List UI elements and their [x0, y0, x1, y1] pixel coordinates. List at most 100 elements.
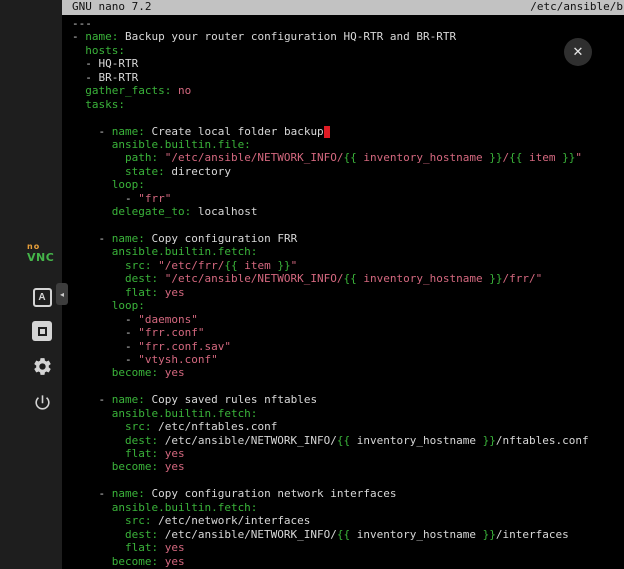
- toolbar-handle[interactable]: ◂: [56, 283, 68, 305]
- code-segment: "/etc/ansible/NETWORK_INFO/: [165, 151, 344, 164]
- editor-line: ansible.builtin.fetch:: [72, 407, 624, 420]
- editor-line: flat: yes: [72, 541, 624, 554]
- editor-line: state: directory: [72, 165, 624, 178]
- code-segment: loop:: [72, 299, 145, 312]
- code-segment: yes: [165, 286, 185, 299]
- editor-line: ansible.builtin.file:: [72, 138, 624, 151]
- code-segment: "/etc/ansible/NETWORK_INFO/: [165, 272, 344, 285]
- terminal-window[interactable]: GNU nano 7.2 /etc/ansible/b ---- name: B…: [62, 0, 624, 569]
- settings-button[interactable]: [29, 353, 55, 379]
- vnc-logo: no VNC: [27, 243, 54, 263]
- nano-filepath: /etc/ansible/b: [530, 0, 623, 15]
- code-segment: -: [72, 30, 85, 43]
- code-segment: ": [291, 259, 298, 272]
- code-segment: "frr": [138, 192, 171, 205]
- code-segment: -: [72, 326, 138, 339]
- power-button[interactable]: [29, 389, 55, 415]
- editor-line: - BR-RTR: [72, 71, 624, 84]
- code-segment: become:: [72, 366, 158, 379]
- collapse-arrow-icon: ◂: [60, 290, 64, 299]
- editor-line: - "daemons": [72, 313, 624, 326]
- code-segment: delegate_to:: [72, 205, 191, 218]
- code-segment: -: [72, 125, 112, 138]
- editor-line: ansible.builtin.fetch:: [72, 245, 624, 258]
- code-segment: become:: [72, 460, 158, 473]
- code-segment: {{: [344, 151, 357, 164]
- editor-line: [72, 474, 624, 487]
- editor-line: ansible.builtin.fetch:: [72, 501, 624, 514]
- code-segment: "vtysh.conf": [138, 353, 217, 366]
- code-segment: "frr.conf.sav": [138, 340, 231, 353]
- editor-line: - name: Copy saved rules nftables: [72, 393, 624, 406]
- text-cursor: [324, 126, 331, 138]
- clipboard-button[interactable]: A: [29, 284, 55, 310]
- close-button[interactable]: ✕: [564, 38, 592, 66]
- vnc-logo-no: no: [27, 243, 54, 251]
- code-segment: "/etc/frr/: [158, 259, 224, 272]
- code-segment: yes: [165, 447, 185, 460]
- fullscreen-icon-inner: [38, 327, 47, 336]
- code-segment: }}: [277, 259, 290, 272]
- code-segment: name:: [85, 30, 118, 43]
- code-segment: }}: [483, 434, 496, 447]
- code-segment: item: [522, 151, 562, 164]
- code-segment: "daemons": [138, 313, 198, 326]
- code-segment: [158, 460, 165, 473]
- code-segment: /etc/network/interfaces: [151, 514, 310, 527]
- code-segment: path:: [72, 151, 158, 164]
- editor-line: ---: [72, 17, 624, 30]
- editor-line: delegate_to: localhost: [72, 205, 624, 218]
- code-segment: [158, 555, 165, 568]
- nano-titlebar: GNU nano 7.2 /etc/ansible/b: [62, 0, 624, 15]
- code-segment: name:: [112, 232, 145, 245]
- editor-line: dest: "/etc/ansible/NETWORK_INFO/{{ inve…: [72, 272, 624, 285]
- editor-content[interactable]: ---- name: Backup your router configurat…: [62, 15, 624, 568]
- code-segment: {{: [337, 434, 350, 447]
- code-segment: }}: [489, 272, 502, 285]
- editor-line: loop:: [72, 178, 624, 191]
- code-segment: - BR-RTR: [72, 71, 138, 84]
- gear-icon: [32, 356, 53, 377]
- editor-line: become: yes: [72, 460, 624, 473]
- editor-line: - "vtysh.conf": [72, 353, 624, 366]
- code-segment: {{: [509, 151, 522, 164]
- editor-line: loop:: [72, 299, 624, 312]
- code-segment: -: [72, 353, 138, 366]
- code-segment: flat:: [72, 541, 158, 554]
- code-segment: become:: [72, 555, 158, 568]
- code-segment: inventory_hostname: [350, 434, 482, 447]
- code-segment: -: [72, 313, 138, 326]
- code-segment: directory: [165, 165, 231, 178]
- code-segment: Backup your router configuration HQ-RTR …: [118, 30, 456, 43]
- code-segment: name:: [112, 393, 145, 406]
- code-segment: ": [575, 151, 582, 164]
- code-segment: yes: [165, 460, 185, 473]
- code-segment: src:: [72, 259, 151, 272]
- code-segment: "frr.conf": [138, 326, 204, 339]
- code-segment: /etc/ansible/NETWORK_INFO/: [158, 528, 337, 541]
- code-segment: - HQ-RTR: [72, 57, 138, 70]
- code-segment: hosts:: [72, 44, 125, 57]
- editor-line: [72, 380, 624, 393]
- editor-line: src: /etc/nftables.conf: [72, 420, 624, 433]
- code-segment: Create local folder backup: [145, 125, 324, 138]
- code-segment: Copy configuration network interfaces: [145, 487, 397, 500]
- code-segment: }}: [562, 151, 575, 164]
- code-segment: dest:: [72, 272, 158, 285]
- editor-line: - "frr.conf.sav": [72, 340, 624, 353]
- clipboard-icon: A: [33, 288, 52, 307]
- code-segment: localhost: [191, 205, 257, 218]
- code-segment: flat:: [72, 286, 158, 299]
- fullscreen-button[interactable]: [29, 318, 55, 344]
- editor-line: dest: /etc/ansible/NETWORK_INFO/{{ inven…: [72, 528, 624, 541]
- code-segment: /interfaces: [496, 528, 569, 541]
- editor-line: - name: Copy configuration network inter…: [72, 487, 624, 500]
- close-icon: ✕: [573, 44, 584, 60]
- code-segment: [158, 366, 165, 379]
- code-segment: /nftables.conf: [496, 434, 589, 447]
- code-segment: /etc/ansible/NETWORK_INFO/: [158, 434, 337, 447]
- editor-line: - "frr": [72, 192, 624, 205]
- code-segment: name:: [112, 125, 145, 138]
- code-segment: tasks:: [72, 98, 125, 111]
- code-segment: ansible.builtin.file:: [72, 138, 251, 151]
